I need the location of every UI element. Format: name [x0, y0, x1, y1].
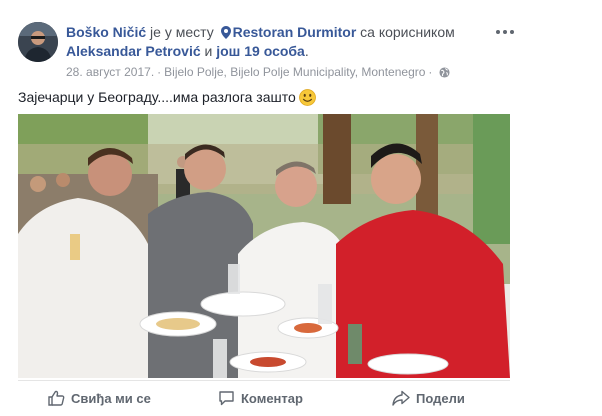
author-avatar[interactable]: [18, 22, 58, 62]
comment-icon: [219, 391, 234, 406]
author-name-link[interactable]: Boško Ničić: [66, 24, 146, 40]
dot: [503, 30, 507, 34]
post-header-tags: Aleksandar Petrović и још 19 особа.: [66, 42, 309, 60]
tagged-person-link[interactable]: Aleksandar Petrović: [66, 43, 201, 59]
place-link[interactable]: Restoran Durmitor: [233, 24, 357, 40]
more-options-icon[interactable]: [496, 26, 516, 38]
thumbs-up-icon: [48, 390, 65, 406]
share-button[interactable]: Подели: [392, 381, 465, 415]
post-date-link[interactable]: 28. август 2017.: [66, 65, 154, 79]
comment-label: Коментар: [241, 390, 303, 406]
others-link[interactable]: још 19 особа: [216, 43, 305, 59]
dot: [496, 30, 500, 34]
facebook-post: Boško Ničić је у месту Restoran Durmitor…: [0, 0, 602, 415]
post-header: Boško Ničić је у месту Restoran Durmitor…: [66, 23, 455, 41]
comment-button[interactable]: Коментар: [218, 381, 303, 415]
period-text: .: [304, 43, 309, 59]
at-text: је у месту: [150, 24, 214, 40]
like-button[interactable]: Свиђа ми се: [48, 381, 151, 415]
like-label: Свиђа ми се: [71, 390, 151, 406]
meta-separator: ·: [428, 65, 433, 79]
post-meta: 28. август 2017. · Bijelo Polje, Bijelo Po…: [66, 65, 450, 79]
share-icon: [392, 390, 410, 406]
with-text: са корисником: [360, 24, 455, 40]
meta-separator: ·: [157, 65, 162, 79]
dot: [510, 30, 514, 34]
post-text: Зајечарци у Београду....има разлога зашт…: [18, 88, 316, 106]
share-label: Подели: [416, 390, 465, 406]
post-photo[interactable]: [18, 114, 510, 378]
post-location[interactable]: Bijelo Polje, Bijelo Polje Municipality,…: [164, 65, 425, 79]
post-message: Зајечарци у Београду....има разлога зашт…: [18, 89, 296, 105]
post-actions-bar: Свиђа ми се Коментар Подели: [18, 380, 510, 416]
smiley-emoji-icon: [298, 89, 316, 106]
and-text: и: [204, 43, 213, 59]
globe-icon[interactable]: [439, 67, 450, 78]
location-pin-icon: [220, 26, 231, 39]
